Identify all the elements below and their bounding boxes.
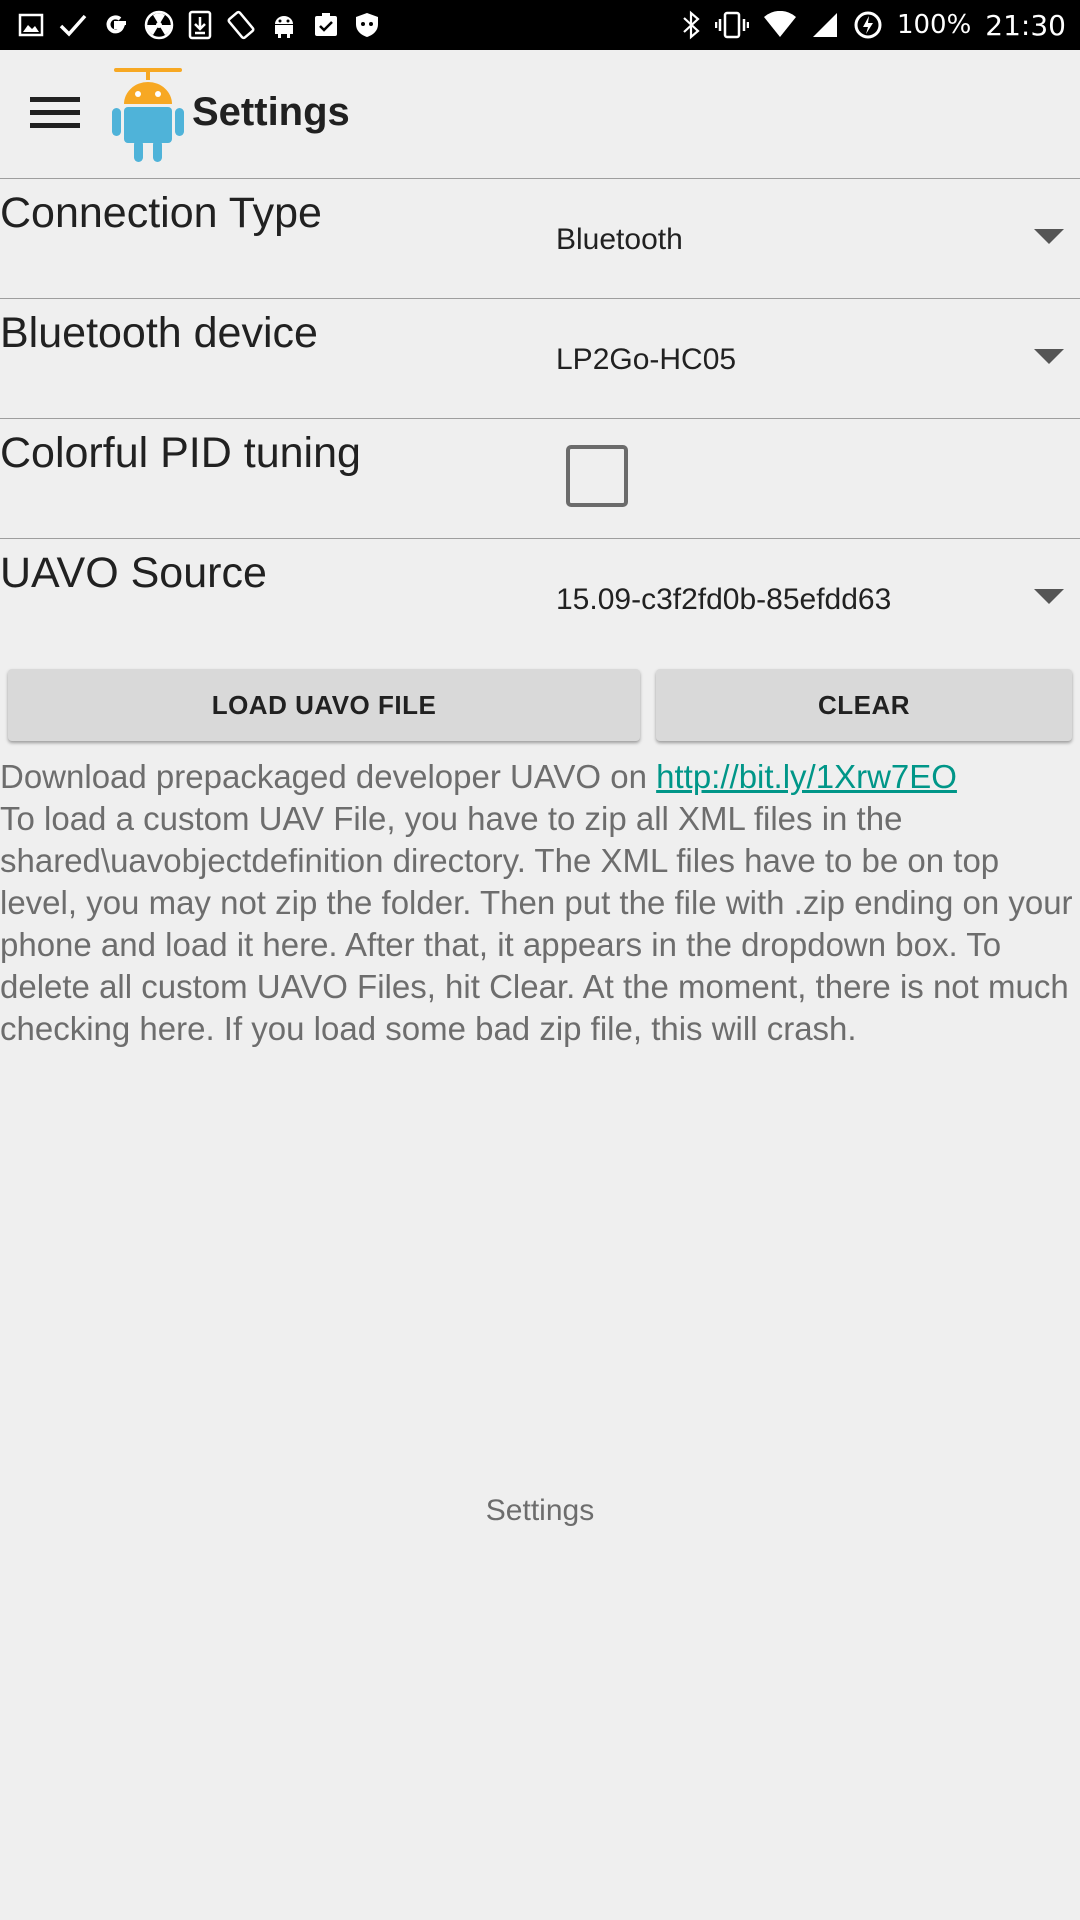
bluetooth-device-row: Bluetooth device LP2Go-HC05 <box>0 299 1080 419</box>
google-icon <box>102 0 130 50</box>
clipboard-icon <box>312 0 340 50</box>
bluetooth-icon <box>681 0 701 50</box>
battery-saver-icon <box>853 0 883 50</box>
app-toolbar: Settings <box>0 50 1080 179</box>
colorful-pid-label: Colorful PID tuning <box>0 429 361 477</box>
page-title: Settings <box>192 90 350 134</box>
dropdown-arrow-icon[interactable] <box>1034 229 1064 244</box>
menu-icon <box>30 97 80 128</box>
clear-button[interactable]: CLEAR <box>656 669 1072 741</box>
download-link[interactable]: http://bit.ly/1Xrw7EO <box>656 758 957 795</box>
download-icon <box>188 0 212 50</box>
check-icon <box>58 0 88 50</box>
dropdown-arrow-icon[interactable] <box>1034 589 1064 604</box>
rotate-icon <box>226 0 256 50</box>
status-bar: 100% 21:30 <box>0 0 1080 50</box>
download-prefix: Download prepackaged developer UAVO on <box>0 758 657 795</box>
battery-percent: 100% <box>896 10 972 40</box>
android-icon <box>270 0 298 50</box>
radiation-icon <box>144 0 174 50</box>
gallery-icon <box>18 0 44 50</box>
clock: 21:30 <box>985 8 1066 42</box>
bluetooth-device-label: Bluetooth device <box>0 309 318 357</box>
shield-icon <box>354 0 380 50</box>
connection-type-label: Connection Type <box>0 189 322 237</box>
download-line: Download prepackaged developer UAVO on h… <box>0 756 1080 798</box>
instructions-text: To load a custom UAV File, you have to z… <box>0 800 1073 1047</box>
uavo-source-label: UAVO Source <box>0 549 267 597</box>
uavo-source-row: UAVO Source 15.09-c3f2fd0b-85efdd63 <box>0 539 1080 658</box>
uavo-source-spinner-value[interactable]: 15.09-c3f2fd0b-85efdd63 <box>556 583 891 617</box>
hamburger-menu-button[interactable] <box>24 82 86 144</box>
footer-label: Settings <box>485 1494 595 1527</box>
wifi-icon <box>763 0 797 50</box>
dropdown-arrow-icon[interactable] <box>1034 349 1064 364</box>
info-text: Download prepackaged developer UAVO on h… <box>0 756 1080 1050</box>
bluetooth-device-spinner-value[interactable]: LP2Go-HC05 <box>556 343 736 377</box>
connection-type-spinner-value[interactable]: Bluetooth <box>556 223 683 257</box>
load-uavo-file-button[interactable]: LOAD UAVO FILE <box>8 669 640 741</box>
app-logo-icon <box>110 66 186 164</box>
colorful-pid-row: Colorful PID tuning <box>0 419 1080 539</box>
vibrate-icon <box>714 0 749 50</box>
colorful-pid-checkbox[interactable] <box>566 445 628 507</box>
connection-type-row: Connection Type Bluetooth <box>0 179 1080 299</box>
signal-icon <box>811 0 839 50</box>
